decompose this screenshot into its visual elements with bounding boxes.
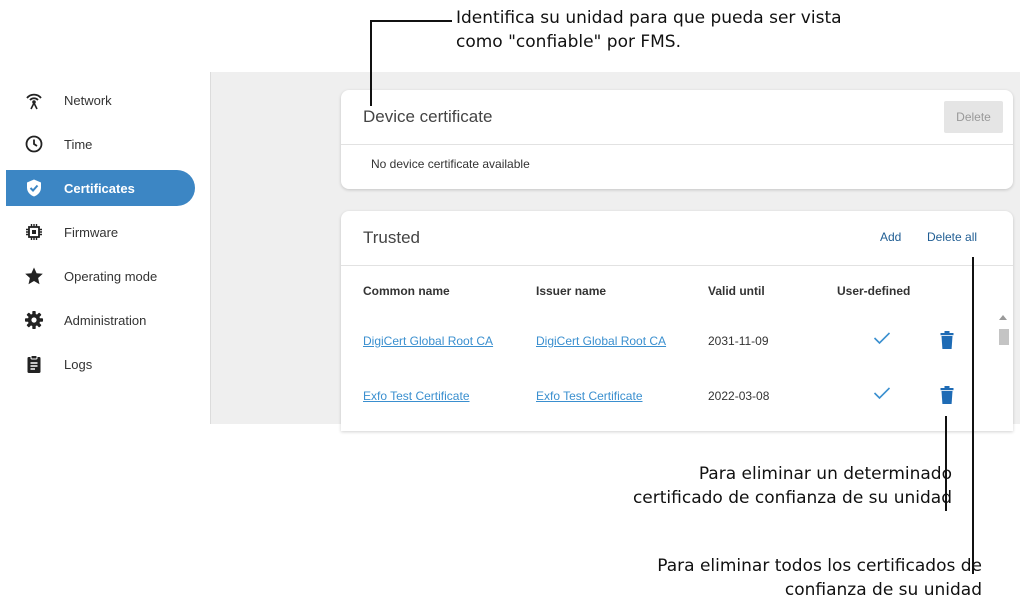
column-header: Issuer name [536,284,607,298]
sidebar-item-operating-mode[interactable]: Operating mode [6,258,195,294]
sidebar-item-label: Time [64,136,93,152]
device-certificate-delete-button[interactable]: Delete [944,101,1003,133]
sidebar-item-label: Logs [64,356,93,372]
common-name-link[interactable]: DigiCert Global Root CA [363,334,493,348]
clock-icon [24,134,44,154]
sidebar-item-label: Certificates [64,180,135,196]
sidebar: Network Time Certificates Firmware Opera… [0,78,210,424]
scroll-up-arrow-icon[interactable] [999,315,1007,320]
callout-delete-one: Para eliminar un determinado certificado… [633,462,952,510]
valid-until: 2031-11-09 [708,334,769,348]
network-icon [24,90,44,110]
clipboard-icon [24,354,44,374]
sidebar-item-label: Network [64,92,112,108]
issuer-name-link[interactable]: Exfo Test Certificate [536,389,643,403]
leader-line [370,20,372,106]
callout-line: Para eliminar todos los certificados de [657,556,982,576]
valid-until: 2022-03-08 [708,389,770,403]
column-header: Common name [363,284,450,298]
delete-all-button[interactable]: Delete all [927,230,977,244]
callout-line: Identifica su unidad para que pueda ser … [456,8,842,28]
sidebar-item-firmware[interactable]: Firmware [6,214,195,250]
sidebar-item-label: Firmware [64,224,119,240]
divider [341,144,1013,145]
empty-message: No device certificate available [371,157,530,171]
trusted-title: Trusted [363,228,421,247]
chip-icon [24,222,44,242]
divider [341,265,1013,266]
check-icon [873,386,891,405]
sidebar-item-label: Operating mode [64,268,158,284]
callout-line: como "confiable" por FMS. [456,32,682,52]
gear-icon [24,310,44,330]
callout-delete-all: Para eliminar todos los certificados de … [657,554,982,602]
device-certificate-title: Device certificate [363,107,493,126]
sidebar-item-network[interactable]: Network [6,82,195,118]
leader-line [370,20,452,22]
star-icon [24,266,44,286]
column-header: User-defined [837,284,911,298]
callout-line: Para eliminar un determinado [698,464,952,484]
table-scrollbar[interactable] [996,315,1011,425]
sidebar-item-administration[interactable]: Administration [6,302,195,338]
leader-line [972,257,974,574]
issuer-name-link[interactable]: DigiCert Global Root CA [536,334,666,348]
sidebar-item-certificates[interactable]: Certificates [6,170,195,206]
sidebar-item-time[interactable]: Time [6,126,195,162]
sidebar-item-logs[interactable]: Logs [6,346,195,382]
column-header: Valid until [708,284,765,298]
callout-line: confianza de su unidad [784,580,982,600]
main-content: Device certificate Delete No device cert… [210,72,1020,431]
add-button[interactable]: Add [880,230,901,244]
delete-trash-icon[interactable] [940,386,954,409]
scrollbar-thumb[interactable] [999,329,1009,345]
device-certificate-card: Device certificate Delete No device cert… [341,90,1013,189]
callout-device-certificate: Identifica su unidad para que pueda ser … [456,6,926,54]
leader-line [945,416,947,511]
delete-trash-icon[interactable] [940,331,954,354]
shield-check-icon [24,178,44,198]
check-icon [873,331,891,350]
sidebar-item-label: Administration [64,312,147,328]
common-name-link[interactable]: Exfo Test Certificate [363,389,470,403]
trusted-card: Trusted Add Delete all Common name Issue… [341,211,1013,431]
callout-line: certificado de confianza de su unidad [632,488,952,508]
